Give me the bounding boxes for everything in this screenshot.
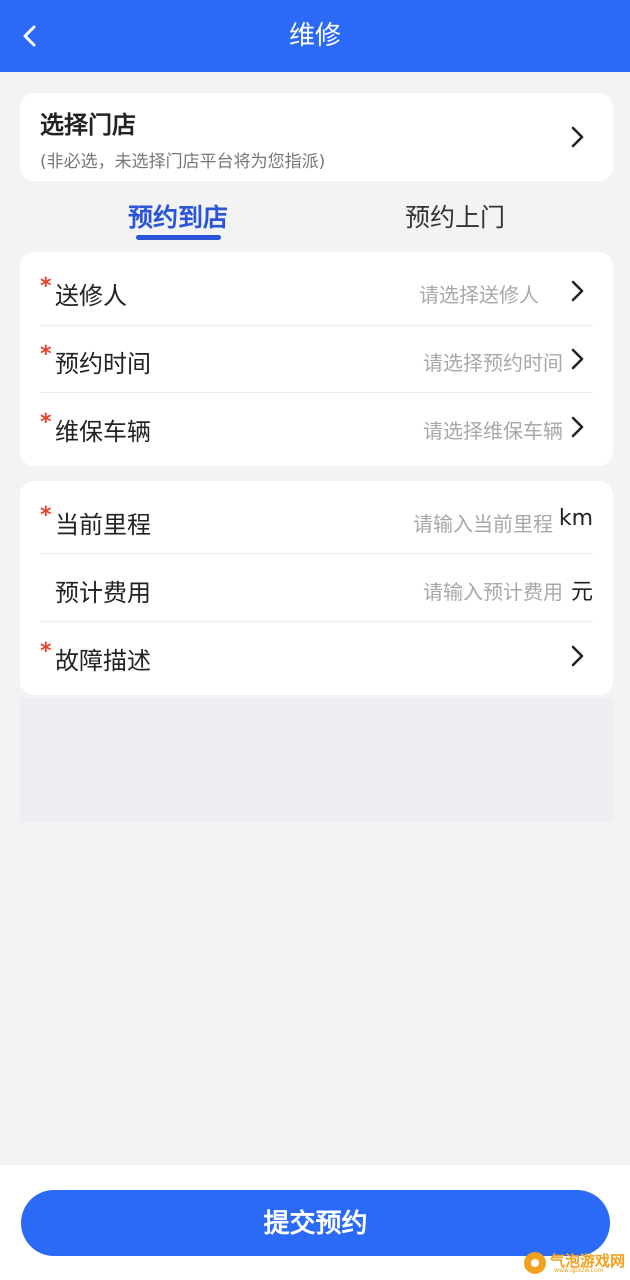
page-title: 维修 — [288, 21, 341, 51]
store-title: 选择门店 — [40, 111, 136, 139]
divider — [40, 392, 593, 393]
tab-store-visit[interactable]: 预约到店 — [128, 198, 228, 234]
mileage-row[interactable]: * 当前里程 请输入当前里程 km — [40, 487, 593, 554]
mileage-unit: km — [558, 506, 593, 531]
appointment-form-card: * 送修人 请选择送修人 * 预约时间 请选择预约时间 * 维保车辆 请选择维保… — [20, 252, 613, 466]
empty-content-area — [20, 698, 613, 822]
active-tab-indicator — [136, 235, 221, 240]
repair-details-card: * 当前里程 请输入当前里程 km 预计费用 请输入预计费用 元 * 故障描述 — [20, 481, 613, 695]
watermark-url: www.qpxzw.com — [554, 1267, 604, 1274]
select-store-card[interactable]: 选择门店 (非必选，未选择门店平台将为您指派) — [20, 93, 613, 181]
vehicle-placeholder: 请选择维保车辆 — [423, 419, 563, 443]
watermark-icon — [524, 1252, 546, 1274]
appointment-time-row[interactable]: * 预约时间 请选择预约时间 — [40, 326, 593, 393]
required-mark: * — [40, 503, 52, 528]
estimated-cost-input[interactable]: 请输入预计费用 — [423, 576, 563, 605]
tab-home-visit[interactable]: 预约上门 — [405, 198, 505, 234]
required-mark: * — [40, 410, 52, 435]
sender-label: 送修人 — [55, 282, 127, 310]
fault-description-row[interactable]: * 故障描述 — [40, 623, 593, 690]
divider — [40, 621, 593, 622]
header-bar: 维修 — [0, 0, 630, 72]
required-mark: * — [40, 274, 52, 299]
submit-appointment-button[interactable]: 提交预约 — [21, 1190, 610, 1256]
store-subtitle: (非必选，未选择门店平台将为您指派) — [40, 152, 326, 172]
sender-row[interactable]: * 送修人 请选择送修人 — [40, 258, 593, 325]
required-mark: * — [40, 639, 52, 664]
mileage-input[interactable]: 请输入当前里程 — [413, 508, 553, 537]
chevron-right-icon — [567, 344, 589, 374]
sender-placeholder: 请选择送修人 — [419, 283, 539, 307]
chevron-right-icon — [567, 276, 589, 306]
required-mark: * — [40, 342, 52, 367]
vehicle-label: 维保车辆 — [55, 418, 151, 446]
chevron-right-icon — [567, 122, 589, 152]
estimated-cost-label: 预计费用 — [55, 579, 151, 607]
fault-description-label: 故障描述 — [55, 647, 151, 675]
chevron-right-icon — [567, 412, 589, 442]
estimated-cost-unit: 元 — [570, 580, 593, 605]
appointment-tabs: 预约到店 预约上门 — [0, 190, 630, 246]
mileage-label: 当前里程 — [55, 511, 151, 539]
watermark-logo: 气泡游戏网 www.qpxzw.com — [524, 1250, 625, 1276]
divider — [40, 553, 593, 554]
appointment-time-placeholder: 请选择预约时间 — [423, 351, 563, 375]
chevron-right-icon — [567, 641, 589, 671]
appointment-time-label: 预约时间 — [55, 350, 151, 378]
vehicle-row[interactable]: * 维保车辆 请选择维保车辆 — [40, 394, 593, 461]
estimated-cost-row[interactable]: 预计费用 请输入预计费用 元 — [40, 555, 593, 622]
